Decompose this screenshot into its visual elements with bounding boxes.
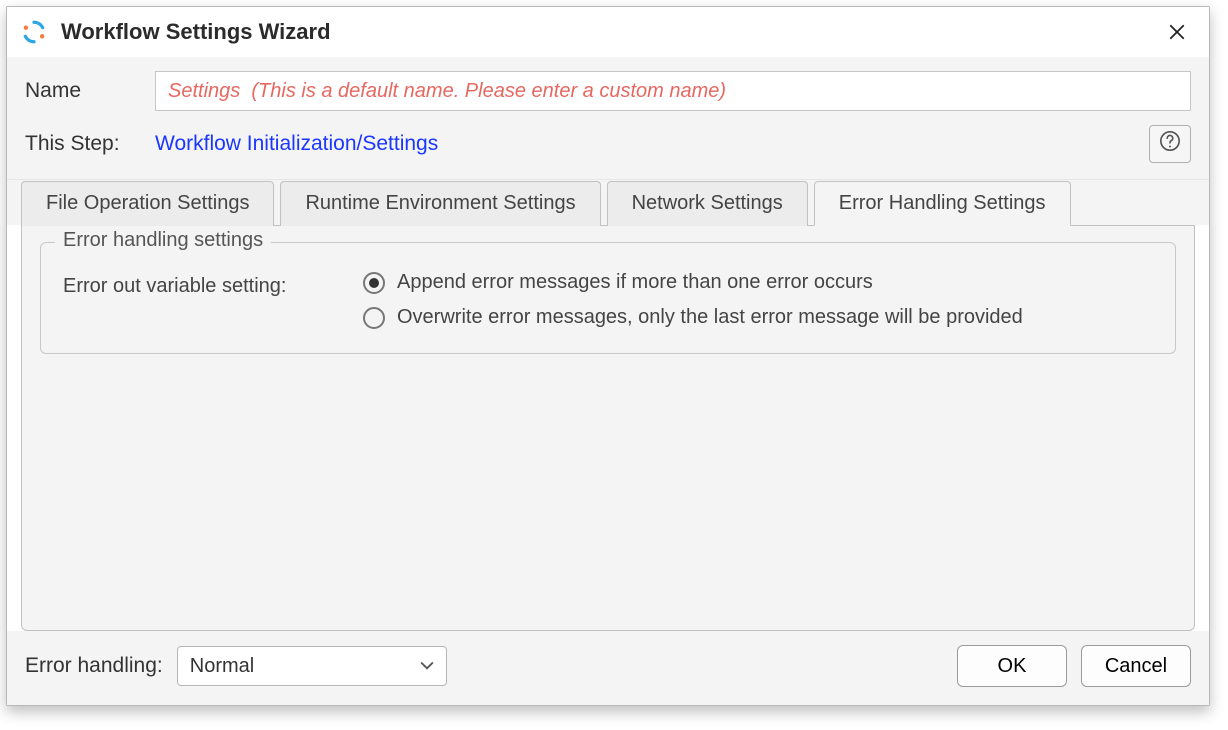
step-row: This Step: Workflow Initialization/Setti…	[25, 125, 1191, 163]
app-icon	[21, 19, 47, 45]
cancel-button[interactable]: Cancel	[1081, 645, 1191, 687]
footer: Error handling: Normal OK Cancel	[7, 631, 1209, 705]
radio-icon	[363, 307, 385, 329]
tab-file-operation[interactable]: File Operation Settings	[21, 181, 274, 226]
tab-content: Error handling settings Error out variab…	[21, 225, 1195, 631]
error-out-setting-row: Error out variable setting: Append error…	[63, 271, 1153, 329]
ok-button[interactable]: OK	[957, 645, 1067, 687]
error-handling-label: Error handling:	[25, 654, 163, 678]
help-button[interactable]	[1149, 125, 1191, 163]
titlebar: Workflow Settings Wizard	[7, 7, 1209, 57]
radio-icon	[363, 272, 385, 294]
step-link[interactable]: Workflow Initialization/Settings	[155, 132, 438, 156]
select-value: Normal	[190, 655, 420, 678]
error-handling-select[interactable]: Normal	[177, 646, 447, 686]
help-icon	[1159, 130, 1181, 158]
chevron-down-icon	[420, 658, 434, 674]
error-out-radio-group: Append error messages if more than one e…	[363, 271, 1023, 329]
name-row: Name	[25, 71, 1191, 111]
fieldset-legend: Error handling settings	[55, 229, 271, 252]
radio-overwrite-errors[interactable]: Overwrite error messages, only the last …	[363, 306, 1023, 329]
tabstrip: File Operation Settings Runtime Environm…	[7, 180, 1209, 225]
close-icon[interactable]	[1157, 12, 1197, 52]
error-out-setting-label: Error out variable setting:	[63, 271, 363, 298]
name-label: Name	[25, 79, 155, 103]
error-handling-fieldset: Error handling settings Error out variab…	[40, 242, 1176, 354]
wizard-window: Workflow Settings Wizard Name This Step:…	[6, 6, 1210, 706]
form-area: Name This Step: Workflow Initialization/…	[7, 57, 1209, 180]
name-input[interactable]	[155, 71, 1191, 111]
tab-network[interactable]: Network Settings	[607, 181, 808, 226]
tab-error-handling[interactable]: Error Handling Settings	[814, 181, 1071, 226]
name-input-wrap	[155, 71, 1191, 111]
radio-label: Overwrite error messages, only the last …	[397, 306, 1023, 329]
radio-append-errors[interactable]: Append error messages if more than one e…	[363, 271, 1023, 294]
window-title: Workflow Settings Wizard	[61, 19, 1157, 45]
step-label: This Step:	[25, 132, 155, 156]
tab-runtime-env[interactable]: Runtime Environment Settings	[280, 181, 600, 226]
radio-label: Append error messages if more than one e…	[397, 271, 873, 294]
